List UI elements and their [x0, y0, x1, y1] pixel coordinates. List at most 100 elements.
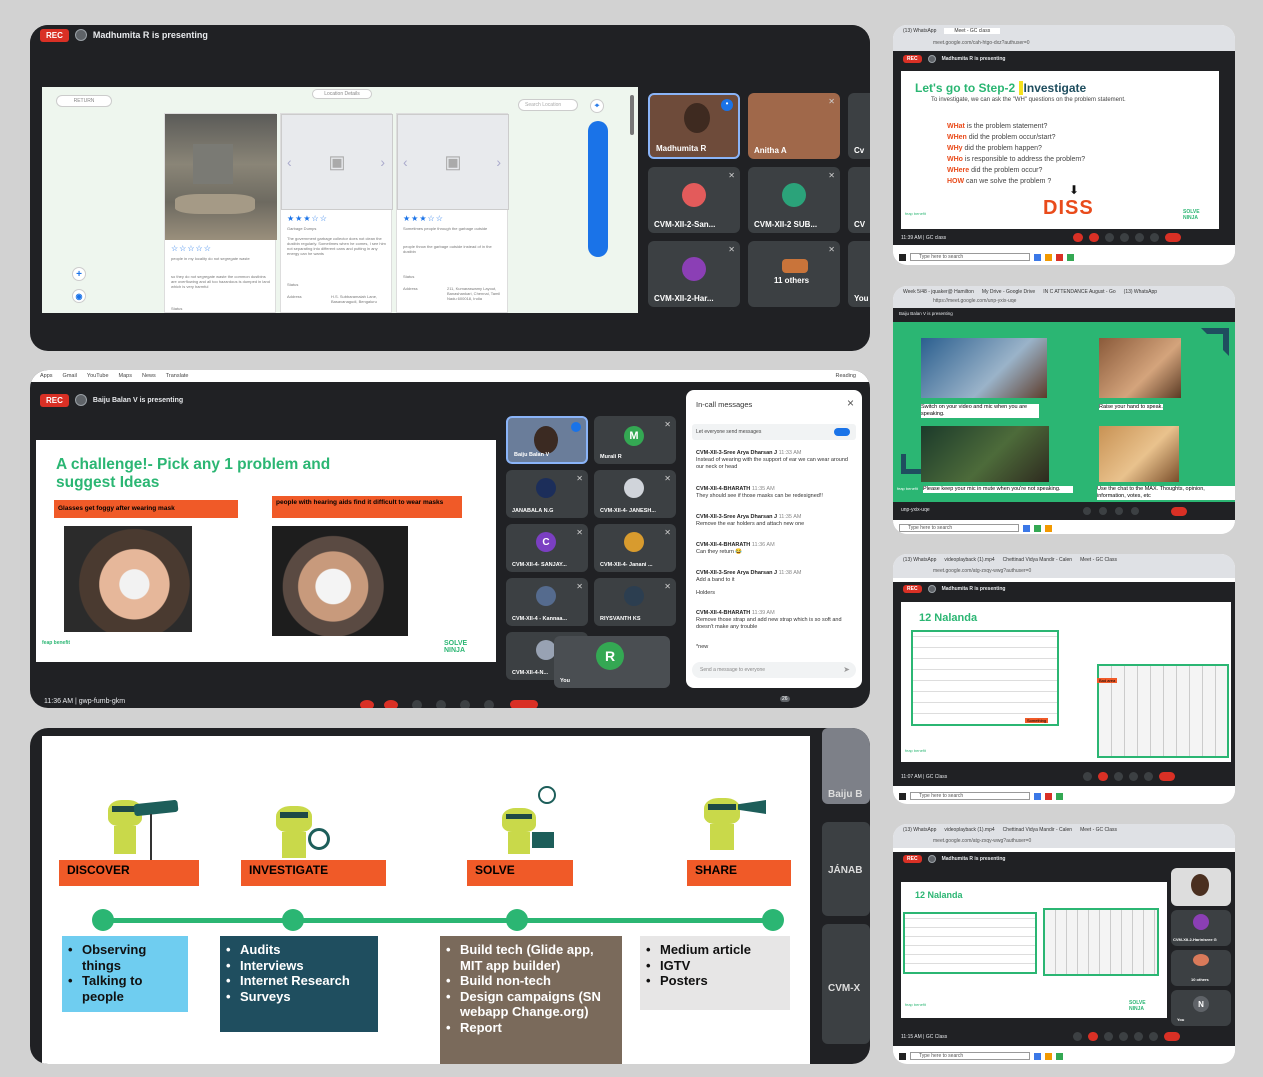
url-bar[interactable]: meet.google.com/cah-htgo-dxz?authuser=0 [933, 40, 1030, 46]
self-tile[interactable]: You [848, 241, 870, 307]
self-tile[interactable]: N You [1171, 990, 1231, 1026]
participant-tile[interactable]: ✕ JANABALA N.G [506, 470, 588, 518]
camera-button[interactable] [1098, 772, 1108, 781]
mic-button[interactable] [360, 700, 374, 708]
taskbar-search[interactable]: Type here to search [910, 792, 1030, 800]
present-button[interactable] [1083, 507, 1091, 515]
participant-tile[interactable]: C ✕ CVM-XII-4- SANJAY... [506, 524, 588, 572]
participant-tile[interactable]: Baiju Balan V [506, 416, 588, 464]
present-button[interactable] [1135, 233, 1144, 242]
camera-button[interactable] [384, 700, 398, 708]
mic-button[interactable] [1073, 1032, 1082, 1041]
participant-tile[interactable]: • Madhumita R [648, 93, 740, 159]
participant-tile[interactable]: ✕ CVM-XII-4- Janani ... [594, 524, 676, 572]
others-tile[interactable]: ✕ 11 others [748, 241, 840, 307]
browser-tab[interactable]: videoplayback (1).mp4 [944, 557, 994, 563]
browser-tab[interactable]: Chettinad Vidya Mandir - Calen [1003, 557, 1072, 563]
report-card-1[interactable]: ☆☆☆☆☆ people in my locality do not segre… [164, 113, 277, 313]
participant-tile[interactable]: M ✕ Murali R [594, 416, 676, 464]
app-icon[interactable] [1034, 792, 1041, 800]
scrollbar[interactable] [630, 95, 634, 135]
captions-button[interactable] [1115, 507, 1123, 515]
url-bar[interactable]: meet.google.com/atg-zxqy-wwg?authuser=0 [933, 568, 1031, 574]
participant-tile[interactable]: Cv [848, 93, 870, 159]
browser-tab[interactable]: (13) WhatsApp [903, 557, 936, 563]
app-icon[interactable] [1034, 253, 1041, 261]
report-card-2[interactable]: ▣ ‹ › ★★★☆☆ Garbage Dumps The government… [280, 113, 393, 313]
participant-tile[interactable]: ✕ RIYSVANTH KS [594, 578, 676, 626]
mic-button[interactable] [1073, 233, 1083, 242]
url-bar[interactable]: https://meet.google.com/unp-yxix-uqe [933, 298, 1016, 304]
bookmark-maps[interactable]: Maps [119, 373, 132, 379]
participant-tile[interactable]: CV [848, 167, 870, 233]
participant-tile[interactable]: JÁNAB [822, 822, 870, 916]
participant-tile[interactable]: ✕ CVM-XII-4- JANESH... [594, 470, 676, 518]
start-icon[interactable] [899, 1052, 906, 1060]
app-icon[interactable] [1067, 253, 1074, 261]
raise-hand-button[interactable] [436, 700, 446, 708]
participant-tile[interactable]: ✕ CVM-XII-2-San... [648, 167, 740, 233]
map-back-button[interactable]: RETURN [56, 95, 112, 107]
app-icon[interactable] [1045, 524, 1052, 532]
more-options-button[interactable] [1150, 233, 1159, 242]
taskbar-search[interactable]: Type here to search [899, 524, 1019, 532]
camera-button[interactable] [1088, 1032, 1098, 1041]
bookmark-gmail[interactable]: Gmail [63, 373, 77, 379]
browser-tab[interactable]: Meet - GC Class [1080, 827, 1117, 833]
browser-tab[interactable]: IN C ATTENDANCE August - Go [1043, 289, 1115, 295]
app-icon[interactable] [1034, 524, 1041, 532]
allow-messages-row[interactable]: Let everyone send messages [692, 424, 856, 440]
browser-tab[interactable]: Week 5/48 - jquaker@ Hamilton [903, 289, 974, 295]
pin-icon[interactable]: ◉ [72, 289, 86, 303]
close-icon[interactable]: × [847, 396, 854, 410]
browser-tab[interactable]: videoplayback (1).mp4 [944, 827, 994, 833]
bookmark-apps[interactable]: Apps [40, 373, 53, 379]
app-icon[interactable] [1056, 1052, 1063, 1060]
raise-hand-button[interactable] [1129, 772, 1138, 781]
participant-tile[interactable] [1171, 868, 1231, 906]
raise-hand-button[interactable] [1099, 507, 1107, 515]
app-icon[interactable] [1056, 792, 1063, 800]
leave-call-button[interactable] [1165, 233, 1181, 242]
taskbar-search[interactable]: Type here to search [910, 1052, 1030, 1060]
taskbar-search[interactable]: Type here to search [910, 253, 1030, 261]
reading-list-button[interactable]: Reading [836, 373, 871, 379]
bookmark-translate[interactable]: Translate [166, 373, 189, 379]
captions-button[interactable] [1104, 1032, 1113, 1041]
map-search-input[interactable]: Search Location [518, 99, 578, 111]
browser-tab[interactable]: My Drive - Google Drive [982, 289, 1035, 295]
leave-call-button[interactable] [1159, 772, 1175, 781]
present-button[interactable] [1144, 772, 1153, 781]
map-side-toolbar[interactable] [588, 121, 608, 257]
more-options-button[interactable] [1131, 507, 1139, 515]
participant-tile[interactable]: Baiju B [822, 728, 870, 804]
app-icon[interactable] [1034, 1052, 1041, 1060]
participant-tile[interactable]: ✕ CVM-XII-2 SUB... [748, 167, 840, 233]
captions-button[interactable] [1114, 772, 1123, 781]
app-icon[interactable] [1045, 253, 1052, 261]
start-icon[interactable] [899, 253, 906, 261]
present-button[interactable] [460, 700, 470, 708]
app-icon[interactable] [1056, 253, 1063, 261]
raise-hand-button[interactable] [1120, 233, 1129, 242]
mic-button[interactable] [1083, 772, 1092, 781]
present-button[interactable] [1134, 1032, 1143, 1041]
participant-tile[interactable]: ✕ CVM-XII-2-Har... [648, 241, 740, 307]
browser-tab[interactable]: (13) WhatsApp [903, 28, 936, 34]
browser-tab[interactable]: (13) WhatsApp [903, 827, 936, 833]
self-tile[interactable]: R You [554, 636, 670, 688]
bookmark-news[interactable]: News [142, 373, 156, 379]
browser-tab[interactable]: Meet - GC class [944, 28, 1001, 34]
leave-call-button[interactable] [1164, 1032, 1180, 1041]
captions-button[interactable] [412, 700, 422, 708]
participant-tile[interactable]: CVM-XII-2-Harinisree G [1171, 910, 1231, 946]
browser-tab[interactable]: (13) WhatsApp [1124, 289, 1157, 295]
leave-call-button[interactable] [1171, 507, 1187, 516]
others-tile[interactable]: 10 others [1171, 950, 1231, 986]
bookmark-youtube[interactable]: YouTube [87, 373, 109, 379]
app-icon[interactable] [1045, 792, 1052, 800]
participants-count[interactable]: 26 [780, 696, 790, 702]
leave-call-button[interactable] [510, 700, 538, 708]
raise-hand-button[interactable] [1119, 1032, 1128, 1041]
chat-input[interactable]: Send a message to everyone ➤ [692, 662, 856, 678]
